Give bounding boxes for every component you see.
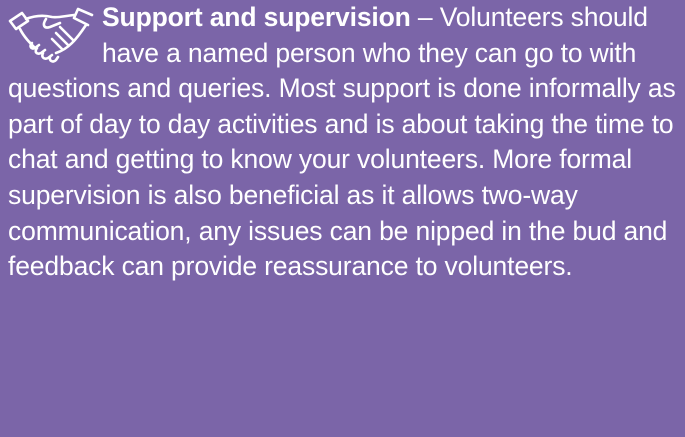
support-supervision-panel: Support and supervision – Volunteers sho…	[0, 0, 685, 437]
section-title: Support and supervision	[102, 2, 411, 32]
handshake-icon	[2, 7, 98, 69]
title-separator: –	[410, 2, 440, 32]
paragraph: Support and supervision – Volunteers sho…	[8, 0, 677, 285]
section-body: Volunteers should have a named person wh…	[8, 2, 676, 282]
